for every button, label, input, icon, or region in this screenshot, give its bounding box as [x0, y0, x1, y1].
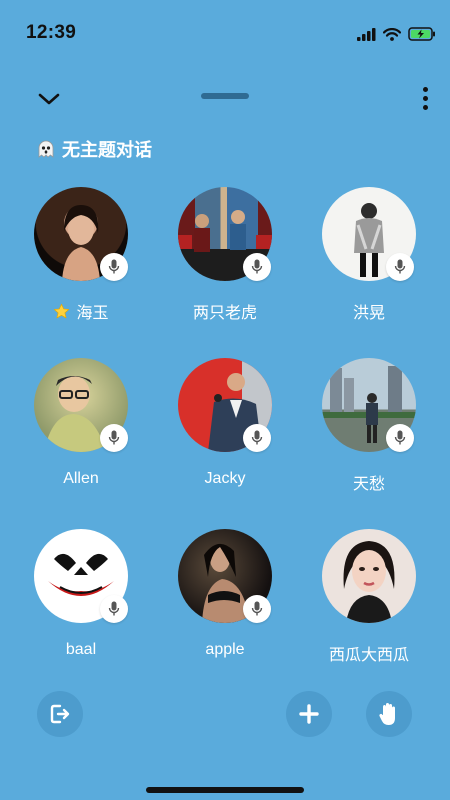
mic-muted-icon — [100, 424, 128, 452]
member-card[interactable]: 洪晃 — [309, 187, 429, 323]
plus-icon — [299, 704, 319, 724]
member-name: apple — [205, 641, 245, 658]
mic-muted-icon — [386, 253, 414, 281]
signal-icon — [357, 27, 376, 41]
member-card[interactable]: 天愁 — [309, 358, 429, 494]
sheet-header — [0, 78, 450, 118]
mic-muted-icon — [100, 595, 128, 623]
member-card[interactable]: apple — [165, 529, 285, 659]
member-card[interactable]: 两只老虎 — [165, 187, 285, 323]
member-card[interactable]: 西瓜大西瓜 — [309, 529, 429, 665]
member-name: baal — [65, 641, 97, 658]
member-name: 两只老虎 — [192, 305, 257, 322]
avatar[interactable] — [322, 529, 416, 623]
status-time: 12:39 — [26, 22, 77, 43]
member-card[interactable]: Allen — [21, 358, 141, 488]
member-name: 海玉 — [21, 299, 141, 323]
status-bar: 12:39 — [0, 0, 450, 70]
mic-muted-icon — [243, 253, 271, 281]
member-card[interactable]: 海玉 — [21, 187, 141, 323]
member-name: Allen — [63, 470, 99, 487]
member-card[interactable]: baal — [21, 529, 141, 659]
exit-icon — [50, 704, 70, 724]
more-options-icon[interactable] — [416, 82, 434, 114]
avatar-image — [343, 541, 395, 623]
collapse-button[interactable] — [34, 86, 64, 112]
member-card[interactable]: Jacky — [165, 358, 285, 488]
room-title: 无主题对话 — [36, 136, 152, 162]
ghost-icon — [38, 140, 54, 158]
member-name: Jacky — [204, 470, 246, 487]
room-title-text: 无主题对话 — [62, 140, 152, 160]
sheet-grabber[interactable] — [201, 93, 249, 99]
mic-muted-icon — [243, 424, 271, 452]
raise-hand-button[interactable] — [366, 691, 412, 737]
member-name: 洪晃 — [352, 305, 385, 322]
member-name: 西瓜大西瓜 — [328, 647, 409, 664]
raise-hand-icon — [379, 703, 395, 725]
wifi-icon — [383, 27, 401, 41]
add-button[interactable] — [286, 691, 332, 737]
mic-muted-icon — [243, 595, 271, 623]
member-name: 天愁 — [352, 476, 385, 493]
chevron-down-icon — [38, 93, 60, 105]
mic-muted-icon — [100, 253, 128, 281]
star-icon — [54, 303, 70, 318]
status-icons — [357, 24, 436, 44]
home-indicator — [146, 787, 304, 793]
battery-charging-icon — [408, 27, 435, 41]
mic-muted-icon — [386, 424, 414, 452]
leave-room-button[interactable] — [37, 691, 83, 737]
